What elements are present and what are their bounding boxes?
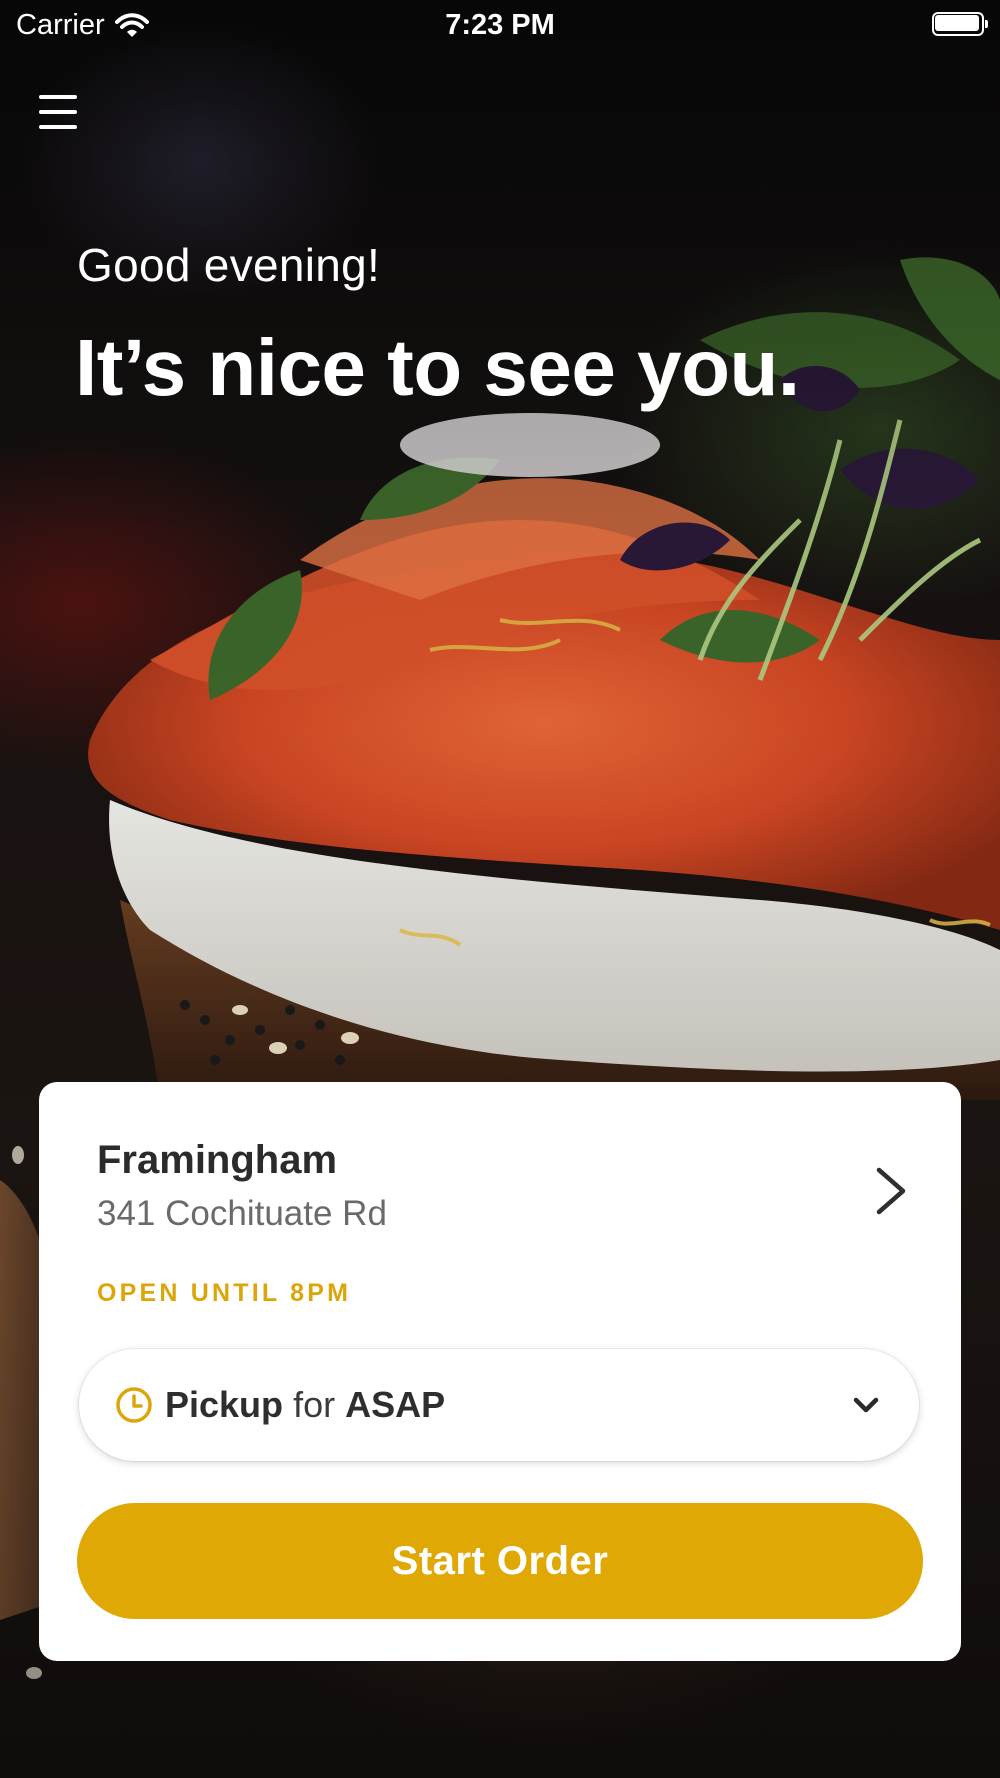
store-address: 341 Cochituate Rd <box>97 1194 387 1233</box>
order-time: ASAP <box>345 1384 446 1425</box>
greeting-text: Good evening! <box>77 239 381 291</box>
chevron-down-icon[interactable] <box>851 1393 881 1417</box>
store-location-row[interactable]: Framingham 341 Cochituate Rd <box>39 1082 961 1262</box>
pickup-summary: Pickup for ASAP <box>165 1384 445 1426</box>
store-card: Framingham 341 Cochituate Rd OPEN UNTIL … <box>39 1082 961 1661</box>
headline-text: It’s nice to see you. <box>75 323 800 412</box>
hamburger-menu-icon[interactable] <box>26 80 90 144</box>
battery-icon <box>932 12 988 36</box>
chevron-right-icon[interactable] <box>871 1164 911 1218</box>
order-method: Pickup <box>165 1384 284 1425</box>
store-hours: OPEN UNTIL 8PM <box>97 1279 352 1307</box>
status-time: 7:23 PM <box>445 9 555 41</box>
status-bar: Carrier 7:23 PM <box>0 0 1000 50</box>
clock-icon <box>116 1387 152 1423</box>
start-order-button[interactable]: Start Order <box>77 1503 923 1619</box>
store-name: Framingham <box>97 1138 338 1182</box>
order-connector: for <box>293 1384 336 1425</box>
pickup-time-selector[interactable]: Pickup for ASAP <box>79 1349 919 1461</box>
